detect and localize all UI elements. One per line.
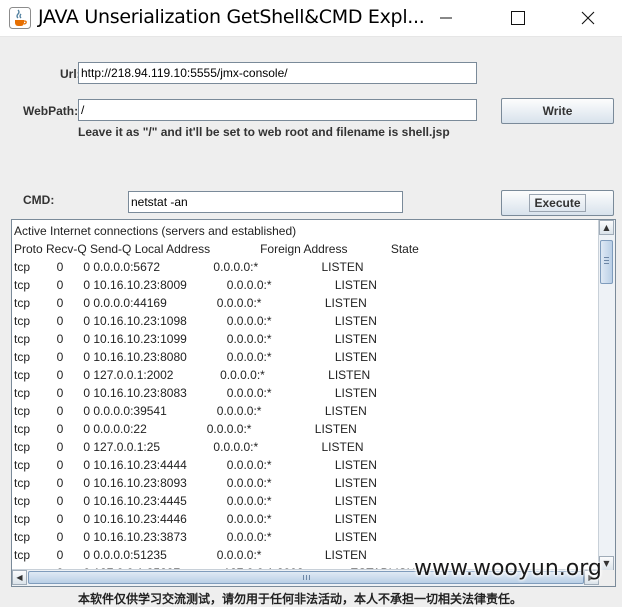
- title-bar[interactable]: JAVA Unserialization GetShell&CMD Expl..…: [0, 0, 622, 37]
- output-line: tcp 0 0 127.0.0.1:25 0.0.0.0:* LISTEN: [14, 440, 364, 454]
- webpath-label: WebPath:: [23, 104, 79, 118]
- output-line: Proto Recv-Q Send-Q Local Address Foreig…: [14, 242, 419, 256]
- output-line: tcp 0 0 10.16.10.23:4445 0.0.0.0:* LISTE…: [14, 494, 377, 508]
- vertical-scrollbar[interactable]: ▲ ▼: [598, 220, 615, 571]
- output-line: tcp 0 0 10.16.10.23:8080 0.0.0.0:* LISTE…: [14, 350, 377, 364]
- webpath-hint: Leave it as "/" and it'll be set to web …: [78, 125, 450, 139]
- output-line: tcp 0 0 10.16.10.23:3873 0.0.0.0:* LISTE…: [14, 530, 377, 544]
- close-icon[interactable]: [564, 0, 612, 36]
- java-cup-icon: [9, 7, 31, 29]
- output-line: tcp 0 0 10.16.10.23:8083 0.0.0.0:* LISTE…: [14, 386, 377, 400]
- command-output-area[interactable]: Active Internet connections (servers and…: [11, 219, 616, 587]
- output-line: tcp 0 0 10.16.10.23:4446 0.0.0.0:* LISTE…: [14, 512, 377, 526]
- url-input[interactable]: http://218.94.119.10:5555/jmx-console/: [78, 62, 477, 84]
- execute-button[interactable]: Execute: [501, 190, 614, 216]
- write-button-label: Write: [542, 104, 573, 118]
- vertical-scroll-thumb[interactable]: [600, 240, 613, 284]
- webpath-input[interactable]: /: [78, 99, 477, 121]
- output-line: tcp 0 0 0.0.0.0:39541 0.0.0.0:* LISTEN: [14, 404, 367, 418]
- scroll-up-icon[interactable]: ▲: [599, 220, 614, 235]
- output-line: tcp 0 0 127.0.0.1:2002 0.0.0.0:* LISTEN: [14, 368, 371, 382]
- output-line: tcp 0 0 10.16.10.23:1099 0.0.0.0:* LISTE…: [14, 332, 377, 346]
- output-line: tcp 0 0 0.0.0.0:51235 0.0.0.0:* LISTEN: [14, 548, 367, 562]
- scroll-left-icon[interactable]: ◀: [12, 570, 27, 585]
- watermark: www.wooyun.org: [414, 556, 602, 581]
- output-line: tcp 0 0 10.16.10.23:4444 0.0.0.0:* LISTE…: [14, 458, 377, 472]
- output-line: tcp 0 0 0.0.0.0:5672 0.0.0.0:* LISTEN: [14, 260, 364, 274]
- output-line: tcp 0 0 0.0.0.0:44169 0.0.0.0:* LISTEN: [14, 296, 367, 310]
- output-line: Active Internet connections (servers and…: [14, 224, 297, 238]
- output-line: tcp 0 0 10.16.10.23:8009 0.0.0.0:* LISTE…: [14, 278, 377, 292]
- window-title: JAVA Unserialization GetShell&CMD Expl..…: [38, 6, 425, 28]
- output-text: Active Internet connections (servers and…: [14, 222, 432, 582]
- cmd-input[interactable]: netstat -an: [128, 191, 403, 213]
- minimize-icon[interactable]: [422, 0, 470, 36]
- write-button[interactable]: Write: [501, 98, 614, 124]
- output-line: tcp 0 0 10.16.10.23:1098 0.0.0.0:* LISTE…: [14, 314, 377, 328]
- maximize-icon[interactable]: [494, 0, 542, 36]
- output-line: tcp 0 0 0.0.0.0:22 0.0.0.0:* LISTEN: [14, 422, 357, 436]
- cmd-label: CMD:: [23, 193, 55, 207]
- execute-button-label: Execute: [529, 194, 586, 212]
- output-line: tcp 0 0 10.16.10.23:8093 0.0.0.0:* LISTE…: [14, 476, 377, 490]
